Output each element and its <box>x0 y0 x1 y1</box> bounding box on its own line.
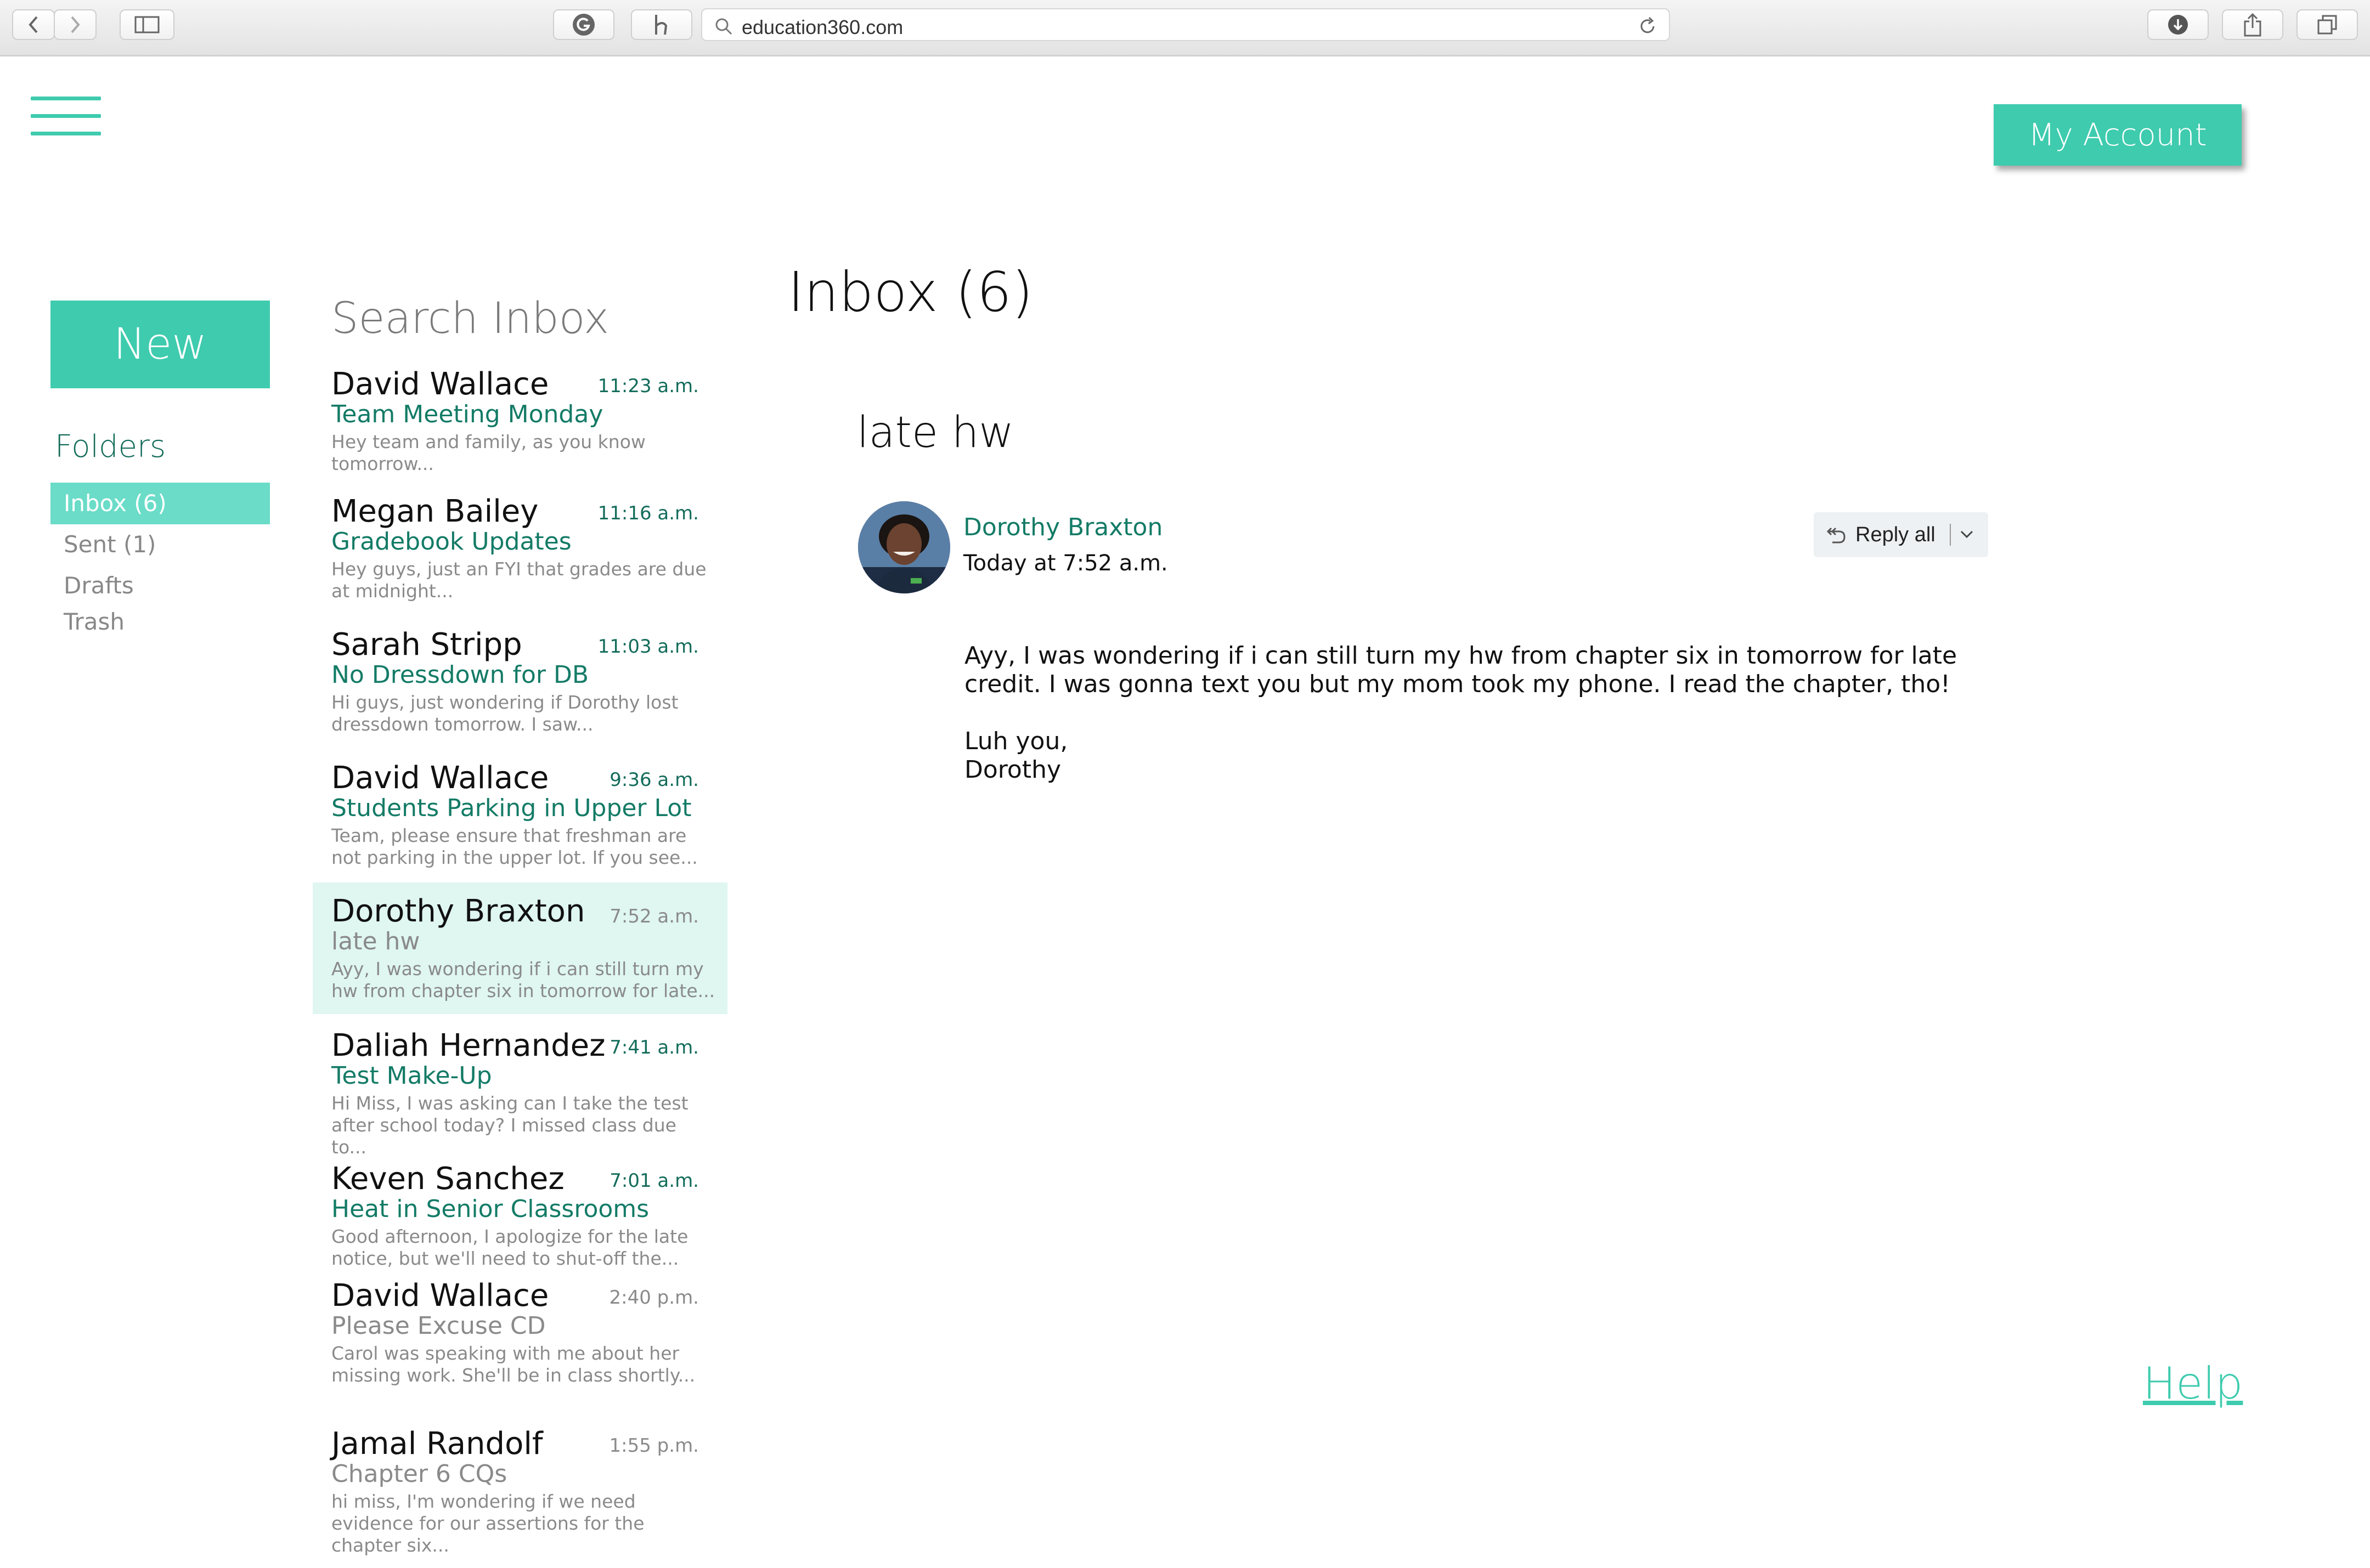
message-preview: hi miss, I'm wondering if we need eviden… <box>331 1491 645 1556</box>
back-icon <box>29 16 38 33</box>
message-sender: Dorothy Braxton <box>331 893 585 929</box>
message-time: 7:01 a.m. <box>610 1170 699 1192</box>
honey-button[interactable] <box>631 9 692 40</box>
back-button[interactable] <box>12 9 55 40</box>
new-message-button[interactable]: New <box>50 301 270 388</box>
folder-trash[interactable]: Trash <box>50 601 270 643</box>
forward-icon <box>71 16 80 33</box>
tabs-icon <box>2317 15 2337 35</box>
message-row[interactable]: Daliah Hernandez 7:41 a.m. Test Make-Up … <box>313 1028 727 1159</box>
divider <box>1949 524 1951 546</box>
message-preview: Hi guys, just wondering if Dorothy lost … <box>331 692 679 735</box>
message-subject: Heat in Senior Classrooms <box>331 1195 650 1223</box>
search-icon <box>715 18 732 35</box>
message-sender: David Wallace <box>331 1278 549 1314</box>
tabs-button[interactable] <box>2296 9 2358 40</box>
grammarly-icon <box>573 14 595 36</box>
message-time: 2:40 p.m. <box>609 1287 699 1309</box>
reply-all-button[interactable]: Reply all <box>1814 512 1988 557</box>
message-subject: Chapter 6 CQs <box>331 1460 507 1488</box>
grammarly-button[interactable] <box>553 9 614 40</box>
folders-heading: Folders <box>55 429 166 465</box>
chevron-down-icon[interactable] <box>1959 528 1975 541</box>
message-row[interactable]: Jamal Randolf 1:55 p.m. Chapter 6 CQs hi… <box>313 1426 727 1558</box>
message-row[interactable]: David Wallace 11:23 a.m. Team Meeting Mo… <box>313 366 727 498</box>
message-subject: late hw <box>331 927 420 955</box>
message-preview: Good afternoon, I apologize for the late… <box>331 1226 689 1269</box>
message-subject: Gradebook Updates <box>331 528 572 556</box>
message-subject: Students Parking in Upper Lot <box>331 794 692 822</box>
browser-toolbar: education360.com <box>0 0 2370 56</box>
message-preview: Carol was speaking with me about her mis… <box>331 1343 696 1386</box>
menu-icon[interactable] <box>31 94 101 136</box>
folder-inbox[interactable]: Inbox (6) <box>50 483 270 524</box>
message-time: 11:23 a.m. <box>597 375 699 397</box>
message-subject-heading: late hw <box>857 408 1014 457</box>
sidebar-icon <box>134 16 160 33</box>
message-time: 7:52 a.m. <box>610 905 699 927</box>
message-row[interactable]: Keven Sanchez 7:01 a.m. Heat in Senior C… <box>313 1161 727 1293</box>
message-time: 1:55 p.m. <box>609 1435 699 1457</box>
address-bar[interactable]: education360.com <box>701 8 1670 41</box>
reload-icon[interactable] <box>1637 16 1658 37</box>
sidebar-button[interactable] <box>120 9 174 40</box>
message-sender: Keven Sanchez <box>331 1161 565 1197</box>
message-sender: Megan Bailey <box>331 494 539 529</box>
sender-name[interactable]: Dorothy Braxton <box>963 513 1163 541</box>
message-row-selected[interactable]: Dorothy Braxton 7:52 a.m. late hw Ayy, I… <box>313 882 727 1014</box>
message-sender: David Wallace <box>331 366 549 402</box>
share-button[interactable] <box>2222 9 2283 40</box>
message-subject: No Dressdown for DB <box>331 661 589 689</box>
share-icon <box>2244 13 2261 37</box>
reply-all-icon <box>1826 527 1846 544</box>
message-subject: Team Meeting Monday <box>331 400 603 428</box>
message-time: 11:03 a.m. <box>597 636 699 658</box>
message-preview: Hi Miss, I was asking can I take the tes… <box>331 1092 689 1158</box>
message-sender: Daliah Hernandez <box>331 1028 606 1063</box>
download-button[interactable] <box>2147 9 2209 40</box>
sender-avatar <box>858 501 950 593</box>
help-link[interactable]: Help <box>2143 1358 2243 1409</box>
download-icon <box>2168 15 2188 35</box>
sent-date: Today at 7:52 a.m. <box>963 551 1168 576</box>
message-row[interactable]: Sarah Stripp 11:03 a.m. No Dressdown for… <box>313 627 727 758</box>
message-subject: Please Excuse CD <box>331 1312 546 1340</box>
message-subject: Test Make-Up <box>331 1062 492 1090</box>
folder-drafts[interactable]: Drafts <box>50 565 270 607</box>
forward-button[interactable] <box>54 9 97 40</box>
folder-sent[interactable]: Sent (1) <box>50 524 270 565</box>
message-sender: David Wallace <box>331 760 549 796</box>
message-preview: Hey guys, just an FYI that grades are du… <box>331 558 707 602</box>
message-time: 7:41 a.m. <box>610 1037 699 1058</box>
message-row[interactable]: David Wallace 2:40 p.m. Please Excuse CD… <box>313 1278 727 1409</box>
message-time: 11:16 a.m. <box>597 502 699 524</box>
message-sender: Sarah Stripp <box>331 627 522 663</box>
message-time: 9:36 a.m. <box>610 769 699 791</box>
message-body: Ayy, I was wondering if i can still turn… <box>964 642 1957 784</box>
sender-photo <box>858 501 950 593</box>
message-preview: Hey team and family, as you know tomorro… <box>331 431 646 474</box>
message-preview: Ayy, I was wondering if i can still turn… <box>331 958 715 1001</box>
search-inbox-field[interactable]: Search Inbox <box>331 294 609 343</box>
url-text: education360.com <box>742 16 904 38</box>
my-account-button[interactable]: My Account <box>1994 104 2242 166</box>
message-sender: Jamal Randolf <box>331 1426 543 1462</box>
message-preview: Team, please ensure that freshman are no… <box>331 825 698 868</box>
reply-all-label: Reply all <box>1855 523 1936 546</box>
honey-icon <box>655 15 668 35</box>
page-title: Inbox (6) <box>788 260 1034 324</box>
message-row[interactable]: Megan Bailey 11:16 a.m. Gradebook Update… <box>313 494 727 625</box>
message-row[interactable]: David Wallace 9:36 a.m. Students Parking… <box>313 760 727 892</box>
